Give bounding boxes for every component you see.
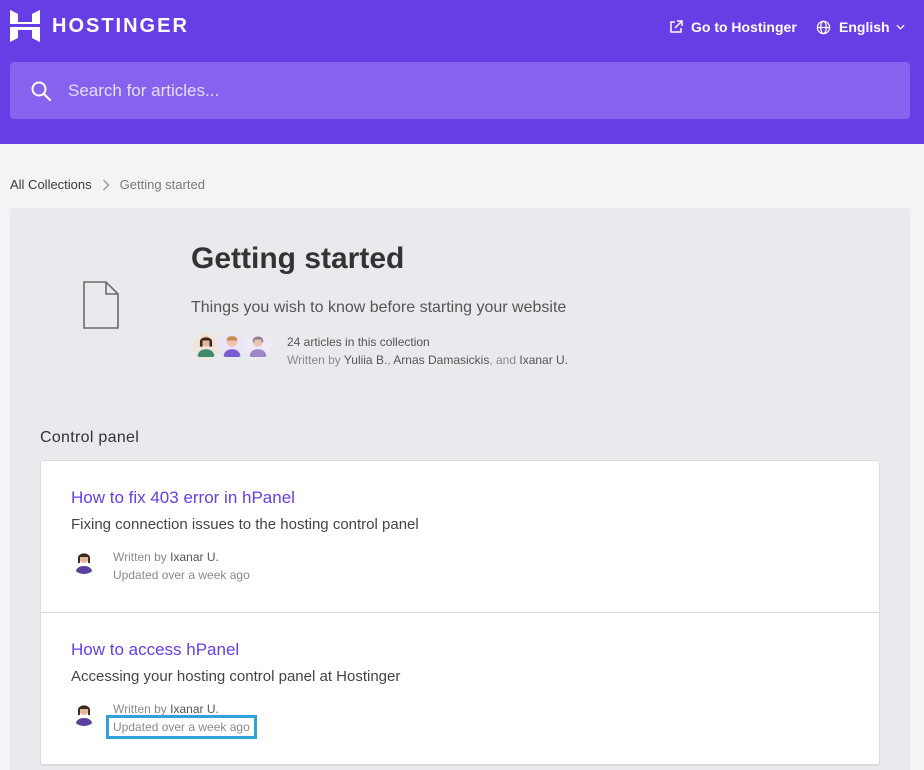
go-to-hostinger-link[interactable]: Go to Hostinger <box>669 19 797 35</box>
brand-name: HOSTINGER <box>52 14 189 37</box>
collection-meta: 24 articles in this collection Written b… <box>287 333 568 369</box>
logo[interactable]: HOSTINGER <box>10 10 189 42</box>
go-link-label: Go to Hostinger <box>691 19 797 35</box>
external-link-icon <box>670 20 683 33</box>
search-bar[interactable] <box>10 62 910 119</box>
article-author: Written by Ixanar U. <box>113 550 219 564</box>
list-item[interactable]: How to access hPanel Accessing your host… <box>41 613 879 765</box>
search-icon <box>31 81 52 101</box>
document-icon <box>82 280 120 335</box>
breadcrumb: All Collections Getting started <box>10 177 205 192</box>
collection-title: Getting started <box>191 242 405 275</box>
article-meta: Written by Ixanar U. Updated over a week… <box>106 700 257 739</box>
article-updated: Updated over a week ago <box>113 568 250 582</box>
language-selector[interactable]: English <box>816 19 905 35</box>
article-author: Written by Ixanar U. <box>113 702 219 716</box>
chevron-right-icon <box>102 179 110 190</box>
avatar <box>71 548 97 574</box>
globe-icon <box>816 20 831 34</box>
chevron-down-icon <box>895 24 905 30</box>
section-title: Control panel <box>40 429 140 446</box>
breadcrumb-all-collections[interactable]: All Collections <box>10 177 92 192</box>
article-title-link[interactable]: How to fix 403 error in hPanel <box>71 488 295 508</box>
collection-authors: Written by Yuliia B., Arnas Damasickis, … <box>287 353 569 367</box>
breadcrumb-current: Getting started <box>119 177 205 192</box>
avatar <box>243 331 273 361</box>
article-title-link[interactable]: How to access hPanel <box>71 640 239 660</box>
article-count: 24 articles in this collection <box>287 335 430 349</box>
list-item[interactable]: How to fix 403 error in hPanel Fixing co… <box>41 461 879 613</box>
article-meta: Written by Ixanar U. Updated over a week… <box>113 548 250 584</box>
article-list: How to fix 403 error in hPanel Fixing co… <box>40 460 880 766</box>
article-description: Accessing your hosting control panel at … <box>71 668 401 685</box>
collection-description: Things you wish to know before starting … <box>191 299 567 316</box>
header: HOSTINGER Go to Hostinger English <box>0 0 924 144</box>
collection-panel: Getting started Things you wish to know … <box>10 208 910 770</box>
search-input[interactable] <box>68 80 868 101</box>
language-label: English <box>839 19 890 35</box>
author-avatars <box>191 331 273 361</box>
article-description: Fixing connection issues to the hosting … <box>71 516 419 533</box>
hostinger-logo-icon <box>10 10 42 42</box>
article-updated: Updated over a week ago <box>106 715 257 739</box>
avatar <box>71 700 97 726</box>
